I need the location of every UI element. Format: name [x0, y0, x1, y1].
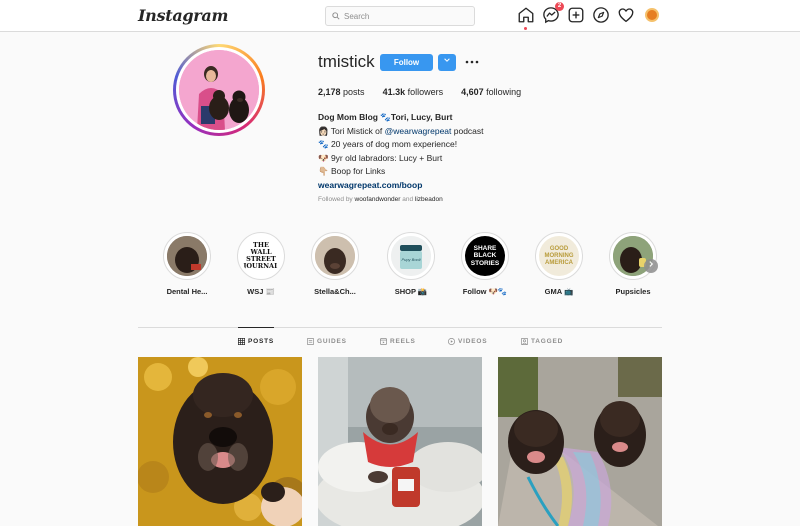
active-indicator-dot	[524, 27, 527, 30]
profile-bio: Dog Mom Blog 🐾Tori, Lucy, Burt 👩🏻 Tori M…	[318, 111, 578, 192]
home-icon[interactable]	[517, 6, 535, 30]
messenger-badge: 2	[555, 2, 564, 11]
bio-line-3: 🐶 9yr old labradors: Lucy + Burt	[318, 152, 443, 163]
search-icon	[332, 12, 340, 20]
follow-button[interactable]: Follow	[380, 54, 433, 71]
story-highlights: Dental He... THE WALL STREET JOURNAL WSJ…	[150, 232, 670, 302]
avatar	[645, 8, 659, 22]
guide-icon	[307, 338, 314, 345]
more-options-button[interactable]	[465, 54, 479, 68]
search-placeholder: Search	[344, 11, 370, 21]
profile-avatar-icon[interactable]	[642, 6, 660, 24]
tab-guides[interactable]: GUIDES	[307, 338, 347, 345]
suggested-accounts-dropdown-button[interactable]	[438, 54, 456, 71]
new-post-icon[interactable]	[567, 6, 585, 24]
bio-line-2: 🐾 20 years of dog mom experience!	[318, 139, 458, 149]
activity-heart-icon[interactable]	[617, 6, 635, 24]
profile-username: tmistick	[318, 52, 375, 71]
bio-website-link[interactable]: wearwagrepeat.com/boop	[318, 179, 578, 193]
tabs-divider	[138, 327, 662, 328]
followed-by-text[interactable]: Followed by woofandwonder and lizbeadon	[318, 196, 443, 203]
gma-logo-text: GOOD MORNING AMERICA	[544, 245, 574, 266]
tag-icon	[521, 338, 528, 345]
posts-stat: 2,178 posts	[318, 87, 365, 97]
tab-posts[interactable]: POSTS	[238, 338, 274, 345]
profile-full-name: Dog Mom Blog 🐾Tori, Lucy, Burt	[318, 112, 453, 122]
share-black-stories-text: SHARE BLACK STORIES	[470, 244, 500, 267]
wsj-logo-text: THE WALL STREET JOURNAL	[243, 241, 279, 270]
profile-picture-story-ring[interactable]	[173, 44, 265, 136]
profile-stats: 2,178 posts 41.3k followers 4,607 follow…	[318, 87, 521, 97]
highlight-follow[interactable]: SHARE BLACK STORIES Follow 🐶🐾	[450, 232, 520, 296]
followers-stat[interactable]: 41.3k followers	[383, 87, 444, 97]
post-thumbnail-3[interactable]	[498, 357, 662, 526]
podcast-mention-link[interactable]: @wearwagrepeat	[385, 126, 452, 136]
bio-line-1: 👩🏻 Tori Mistick of @wearwagrepeat podcas…	[318, 125, 484, 136]
active-tab-indicator	[238, 327, 274, 328]
chevron-down-icon	[444, 58, 450, 62]
reels-icon	[380, 338, 387, 345]
tab-videos[interactable]: VIDEOS	[448, 338, 487, 345]
highlight-wsj[interactable]: THE WALL STREET JOURNAL WSJ 📰	[226, 232, 296, 296]
profile-picture	[179, 50, 259, 130]
highlights-next-arrow[interactable]	[644, 259, 658, 273]
instagram-logo[interactable]: Instagram	[138, 6, 228, 25]
tab-reels[interactable]: REELS	[380, 338, 416, 345]
explore-compass-icon[interactable]	[592, 6, 610, 24]
tab-tagged[interactable]: TAGGED	[521, 338, 563, 345]
post-thumbnail-1[interactable]	[138, 357, 302, 526]
more-dots-icon	[465, 60, 479, 64]
highlight-stella-chewys[interactable]: Stella&Ch...	[300, 232, 370, 296]
shop-jar-label: Pupy Booli	[401, 257, 421, 262]
post-thumbnail-2[interactable]	[318, 357, 482, 526]
chevron-right-icon	[649, 261, 654, 267]
highlight-gma[interactable]: GOOD MORNING AMERICA GMA 📺	[524, 232, 594, 296]
highlight-shop[interactable]: Pupy Booli SHOP 📸	[376, 232, 446, 296]
highlight-dental-health[interactable]: Dental He...	[152, 232, 222, 296]
video-icon	[448, 338, 455, 345]
messenger-icon[interactable]: 2	[542, 2, 564, 24]
top-navigation-bar: Instagram Search 2	[0, 0, 800, 32]
grid-icon	[238, 338, 245, 345]
bio-line-4: 👇🏼 Boop for Links	[318, 166, 386, 176]
search-input[interactable]: Search	[325, 6, 475, 26]
following-stat[interactable]: 4,607 following	[461, 87, 521, 97]
